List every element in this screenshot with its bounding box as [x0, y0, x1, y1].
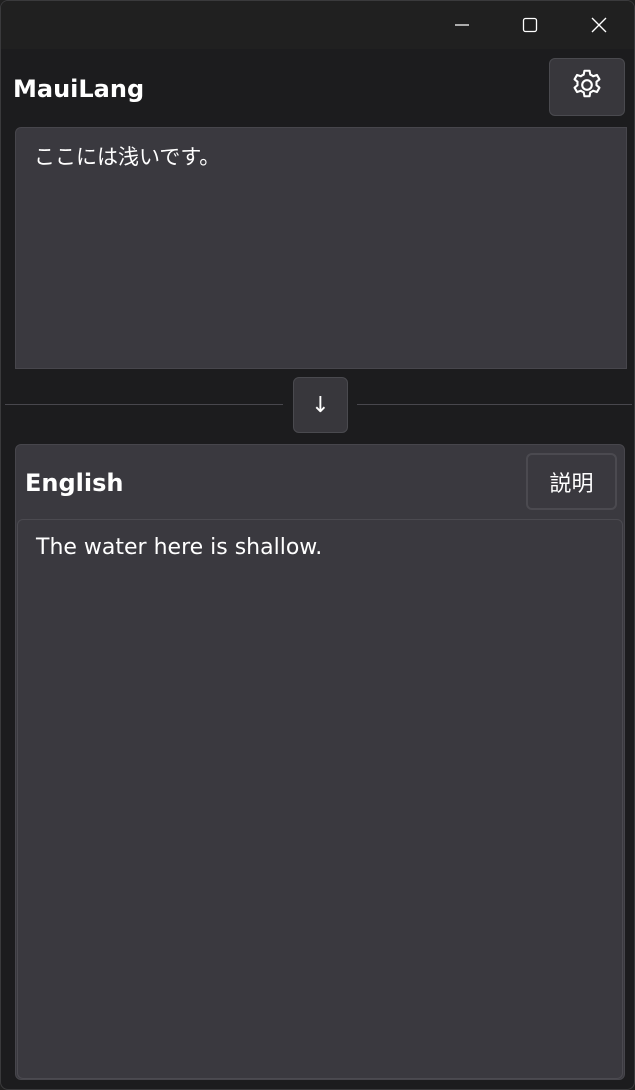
close-button[interactable]: [565, 1, 633, 49]
divider-right: [357, 404, 632, 405]
minimize-button[interactable]: [428, 1, 496, 49]
translate-button[interactable]: ↓: [293, 377, 348, 433]
arrow-down-icon: ↓: [311, 392, 330, 418]
maximize-icon: [522, 17, 538, 33]
settings-button[interactable]: [549, 58, 625, 116]
result-card: English 説明 The water here is shallow.: [15, 444, 625, 1080]
source-text-input[interactable]: ここには浅いです。: [15, 127, 627, 369]
explain-button[interactable]: 説明: [526, 453, 617, 510]
gear-icon: [569, 67, 605, 107]
app-window: MauiLang ここには浅いです。 ↓ English 説明 The wate…: [0, 0, 635, 1090]
close-icon: [591, 17, 607, 33]
maximize-button[interactable]: [496, 1, 564, 49]
target-language-label: English: [25, 469, 124, 497]
minimize-icon: [454, 17, 470, 33]
app-title: MauiLang: [13, 75, 145, 103]
divider-left: [5, 404, 283, 405]
translation-output[interactable]: The water here is shallow.: [17, 519, 623, 1079]
title-bar: [1, 1, 634, 49]
